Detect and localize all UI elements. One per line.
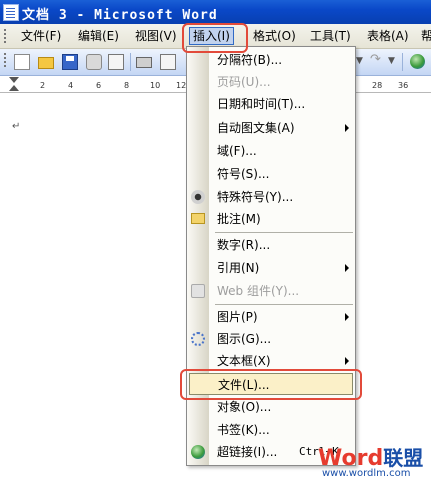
menu-item-number[interactable]: 数字(R)...: [209, 234, 355, 256]
menu-item-web-component: Web 组件(Y)...: [217, 284, 300, 298]
menu-item-bookmark[interactable]: 书签(K)...: [209, 419, 355, 441]
globe-icon[interactable]: [410, 54, 425, 69]
menu-item-diagram[interactable]: 图示(G)...: [209, 328, 355, 350]
ruler-tick: 28: [372, 81, 383, 90]
menu-item-break[interactable]: 分隔符(B)...: [209, 49, 355, 71]
word-document-icon[interactable]: [3, 4, 19, 21]
print-preview-icon[interactable]: [160, 54, 176, 70]
ruler-tick: 6: [96, 81, 102, 90]
menu-item-textbox[interactable]: 文本框(X): [209, 350, 355, 372]
toolbar-separator: [402, 53, 403, 71]
web-component-icon: [191, 284, 205, 298]
ruler-tick: 10: [150, 81, 161, 90]
menu-view[interactable]: 视图(V): [132, 28, 180, 44]
paragraph-mark: ↵: [12, 121, 21, 132]
menu-insert[interactable]: 插入(I): [189, 27, 234, 45]
wordlm-watermark: Word联盟 www.wordlm.com: [318, 442, 431, 484]
redo-dropdown-icon[interactable]: ▼: [388, 56, 395, 66]
menu-item-file[interactable]: 文件(L)...: [189, 373, 353, 395]
submenu-arrow-icon: [345, 264, 349, 272]
hanging-indent-marker-icon[interactable]: [9, 85, 19, 91]
submenu-arrow-icon: [345, 313, 349, 321]
menu-item-comment[interactable]: 批注(M): [209, 208, 355, 230]
menu-edit[interactable]: 编辑(E): [75, 28, 122, 44]
menu-item-object[interactable]: 对象(O)...: [209, 396, 355, 418]
wordlm-url: www.wordlm.com: [322, 468, 411, 479]
menu-icon-strip: [187, 47, 209, 465]
mail-icon[interactable]: [108, 54, 124, 70]
menu-item-picture[interactable]: 图片(P): [209, 306, 355, 328]
menu-item-date-time[interactable]: 日期和时间(T)...: [209, 93, 355, 115]
menu-item-reference[interactable]: 引用(N): [209, 257, 355, 279]
menu-item-page-numbers: 页码(U)...: [217, 75, 271, 89]
menu-separator: [215, 232, 353, 233]
title-bar: 文档 3 - Microsoft Word: [0, 0, 431, 24]
special-symbol-icon: [191, 190, 205, 204]
window-title: 文档 3 - Microsoft Word: [22, 8, 218, 23]
hyperlink-icon: [191, 445, 205, 459]
menu-help[interactable]: 帮: [418, 28, 431, 44]
menu-item-autotext[interactable]: 自动图文集(A): [209, 117, 355, 139]
ruler-tick: 36: [398, 81, 409, 90]
wordlm-logo: Word联盟: [318, 446, 424, 471]
toolbar-grip-handle[interactable]: [4, 53, 6, 67]
ruler-tick: 2: [40, 81, 46, 90]
comment-icon: [191, 213, 205, 224]
menubar-grip-handle[interactable]: [4, 29, 6, 43]
menu-file[interactable]: 文件(F): [18, 28, 64, 44]
print-icon[interactable]: [136, 57, 152, 68]
ruler-tick: 8: [124, 81, 130, 90]
menu-item-symbol[interactable]: 符号(S)...: [209, 163, 355, 185]
new-icon[interactable]: [14, 54, 30, 70]
menu-format[interactable]: 格式(O): [250, 28, 299, 44]
menu-table[interactable]: 表格(A): [364, 28, 412, 44]
toolbar-separator: [130, 53, 131, 71]
menu-tools[interactable]: 工具(T): [307, 28, 354, 44]
menu-item-special-symbol[interactable]: 特殊符号(Y)...: [209, 186, 355, 208]
submenu-arrow-icon: [345, 124, 349, 132]
open-icon[interactable]: [38, 57, 54, 69]
redo-icon[interactable]: ↷: [370, 52, 381, 67]
permission-icon[interactable]: [86, 54, 102, 70]
undo-dropdown-icon[interactable]: ▼: [356, 56, 363, 66]
ruler-tick: 4: [68, 81, 74, 90]
diagram-icon: [191, 332, 205, 346]
menu-item-field[interactable]: 域(F)...: [209, 140, 355, 162]
ruler-tick: 12: [176, 81, 187, 90]
menu-separator: [215, 304, 353, 305]
save-icon[interactable]: [62, 54, 78, 70]
first-line-indent-marker-icon[interactable]: [9, 77, 19, 83]
insert-menu-dropdown: 分隔符(B)... 页码(U)... 日期和时间(T)... 自动图文集(A) …: [186, 46, 356, 466]
submenu-arrow-icon: [345, 357, 349, 365]
